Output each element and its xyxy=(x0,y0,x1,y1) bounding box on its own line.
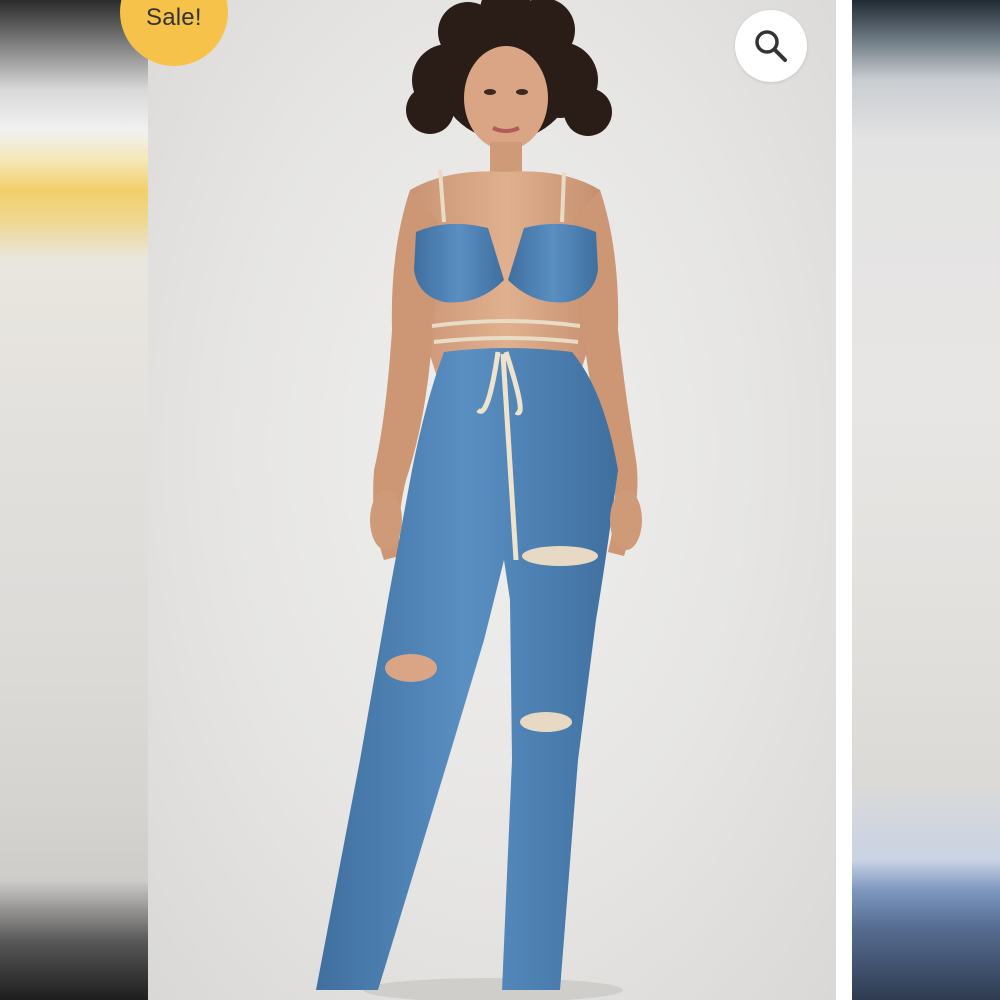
product-image-viewer: Sale! xyxy=(0,0,1000,1000)
model-illustration xyxy=(316,0,642,1000)
previous-image-preview[interactable] xyxy=(0,0,148,1000)
search-button[interactable] xyxy=(735,10,807,82)
image-divider xyxy=(836,0,852,1000)
search-icon xyxy=(755,30,787,62)
next-image-preview[interactable] xyxy=(852,0,1000,1000)
main-product-photo[interactable] xyxy=(148,0,836,1000)
ripped-jeans xyxy=(316,348,618,990)
sale-badge-label: Sale! xyxy=(146,4,202,31)
